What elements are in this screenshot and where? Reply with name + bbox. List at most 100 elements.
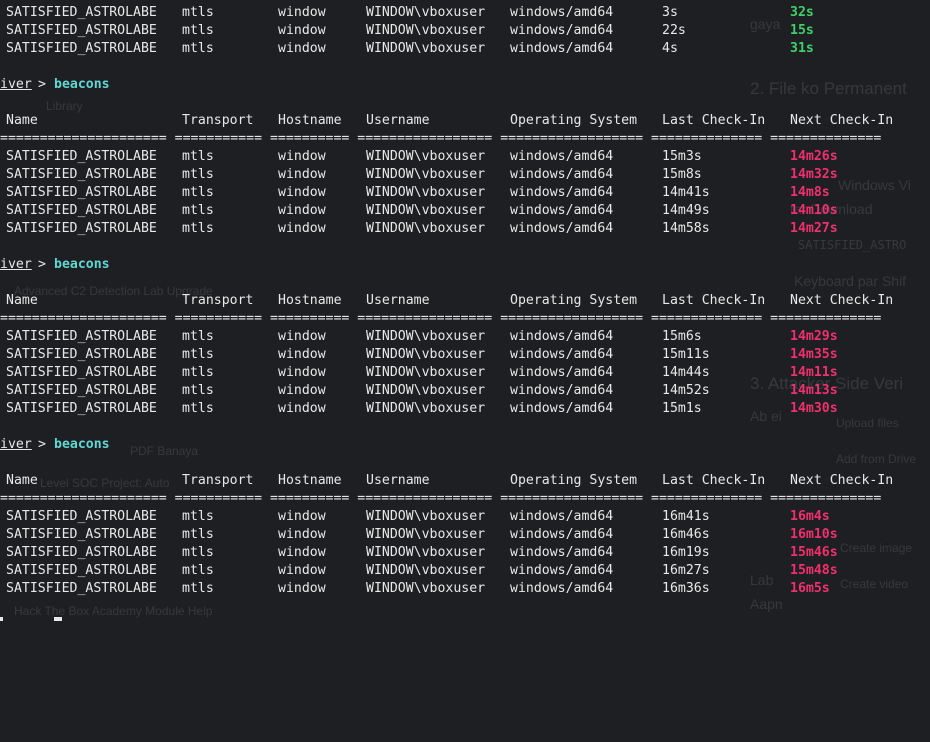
beacon-os: windows/amd64: [510, 203, 614, 218]
beacon-name: SATISFIED_ASTROLABE: [6, 203, 157, 218]
header-last-checkin: Last Check-In: [662, 113, 766, 128]
header-last-checkin: Last Check-In: [662, 473, 766, 488]
beacon-row: SATISFIED_ASTROLABE mtls window WINDOW\v…: [0, 526, 930, 544]
header-os: Operating System: [510, 113, 638, 128]
header-hostname: Hostname: [278, 293, 342, 308]
beacon-hostname: window: [278, 23, 326, 38]
beacon-transport: mtls: [182, 401, 214, 416]
beacon-last-checkin: 15m8s: [662, 167, 702, 182]
beacon-last-checkin: 15m1s: [662, 401, 702, 416]
beacon-username: WINDOW\vboxuser: [366, 401, 486, 416]
beacon-next-checkin: 14m30s: [790, 401, 838, 416]
beacon-transport: mtls: [182, 329, 214, 344]
beacon-hostname: window: [278, 383, 326, 398]
beacon-next-checkin: 14m13s: [790, 383, 838, 398]
beacon-hostname: window: [278, 365, 326, 380]
beacon-os: windows/amd64: [510, 149, 614, 164]
header-last-checkin: Last Check-In: [662, 293, 766, 308]
beacon-row: SATISFIED_ASTROLABE mtls window WINDOW\v…: [0, 184, 930, 202]
beacon-next-checkin: 16m5s: [790, 581, 830, 596]
beacon-transport: mtls: [182, 23, 214, 38]
beacon-os: windows/amd64: [510, 581, 614, 596]
beacon-transport: mtls: [182, 581, 214, 596]
beacon-name: SATISFIED_ASTROLABE: [6, 563, 157, 578]
beacon-os: windows/amd64: [510, 167, 614, 182]
beacon-next-checkin: 16m4s: [790, 509, 830, 524]
beacon-transport: mtls: [182, 5, 214, 20]
beacon-last-checkin: 14m49s: [662, 203, 710, 218]
beacon-username: WINDOW\vboxuser: [366, 149, 486, 164]
beacon-os: windows/amd64: [510, 509, 614, 524]
beacon-os: windows/amd64: [510, 221, 614, 236]
beacon-hostname: window: [278, 563, 326, 578]
beacon-next-checkin: 14m26s: [790, 149, 838, 164]
beacon-last-checkin: 14m44s: [662, 365, 710, 380]
beacon-username: WINDOW\vboxuser: [366, 203, 486, 218]
beacon-name: SATISFIED_ASTROLABE: [6, 329, 157, 344]
prompt-host: iver: [0, 77, 32, 92]
beacon-name: SATISFIED_ASTROLABE: [6, 365, 157, 380]
beacon-row: SATISFIED_ASTROLABE mtls window WINDOW\v…: [0, 364, 930, 382]
header-hostname: Hostname: [278, 113, 342, 128]
beacon-username: WINDOW\vboxuser: [366, 329, 486, 344]
header-os: Operating System: [510, 473, 638, 488]
beacon-next-checkin: 32s: [790, 5, 814, 20]
beacon-last-checkin: 4s: [662, 41, 678, 56]
header-username: Username: [366, 473, 430, 488]
beacon-username: WINDOW\vboxuser: [366, 167, 486, 182]
beacon-next-checkin: 15m48s: [790, 563, 838, 578]
table-header: Name Transport Hostname Username Operati…: [0, 472, 930, 490]
beacon-transport: mtls: [182, 509, 214, 524]
prompt-host: iver: [0, 437, 32, 452]
header-name: Name: [6, 293, 38, 308]
beacon-name: SATISFIED_ASTROLABE: [6, 23, 157, 38]
beacon-name: SATISFIED_ASTROLABE: [6, 221, 157, 236]
beacon-hostname: window: [278, 203, 326, 218]
table-separator: ===================== =========== ======…: [0, 310, 930, 328]
beacon-last-checkin: 16m27s: [662, 563, 710, 578]
beacon-hostname: window: [278, 347, 326, 362]
separator-text: ===================== =========== ======…: [0, 311, 882, 326]
beacon-transport: mtls: [182, 365, 214, 380]
beacon-row: SATISFIED_ASTROLABE mtls window WINDOW\v…: [0, 580, 930, 598]
beacon-hostname: window: [278, 329, 326, 344]
beacon-hostname: window: [278, 581, 326, 596]
beacon-os: windows/amd64: [510, 5, 614, 20]
header-username: Username: [366, 113, 430, 128]
beacon-name: SATISFIED_ASTROLABE: [6, 581, 157, 596]
header-transport: Transport: [182, 113, 254, 128]
terminal-cursor[interactable]: [54, 617, 62, 621]
header-hostname: Hostname: [278, 473, 342, 488]
beacon-name: SATISFIED_ASTROLABE: [6, 149, 157, 164]
beacon-transport: mtls: [182, 347, 214, 362]
beacon-username: WINDOW\vboxuser: [366, 383, 486, 398]
terminal-output[interactable]: SATISFIED_ASTROLABE mtls window WINDOW\v…: [0, 0, 930, 621]
beacon-username: WINDOW\vboxuser: [366, 545, 486, 560]
beacon-transport: mtls: [182, 167, 214, 182]
beacon-next-checkin: 16m10s: [790, 527, 838, 542]
prompt-line: iver > beacons: [0, 76, 930, 94]
beacon-row: SATISFIED_ASTROLABE mtls window WINDOW\v…: [0, 562, 930, 580]
beacon-transport: mtls: [182, 41, 214, 56]
beacon-last-checkin: 14m52s: [662, 383, 710, 398]
beacon-hostname: window: [278, 185, 326, 200]
beacon-last-checkin: 16m19s: [662, 545, 710, 560]
beacon-username: WINDOW\vboxuser: [366, 5, 486, 20]
header-username: Username: [366, 293, 430, 308]
beacon-username: WINDOW\vboxuser: [366, 527, 486, 542]
header-next-checkin: Next Check-In: [790, 293, 894, 308]
beacon-hostname: window: [278, 149, 326, 164]
header-name: Name: [6, 113, 38, 128]
beacon-username: WINDOW\vboxuser: [366, 365, 486, 380]
table-separator: ===================== =========== ======…: [0, 490, 930, 508]
beacon-name: SATISFIED_ASTROLABE: [6, 401, 157, 416]
beacon-name: SATISFIED_ASTROLABE: [6, 509, 157, 524]
beacon-hostname: window: [278, 5, 326, 20]
beacon-row: SATISFIED_ASTROLABE mtls window WINDOW\v…: [0, 382, 930, 400]
beacon-row: SATISFIED_ASTROLABE mtls window WINDOW\v…: [0, 400, 930, 418]
beacon-row: SATISFIED_ASTROLABE mtls window WINDOW\v…: [0, 4, 930, 22]
beacon-transport: mtls: [182, 383, 214, 398]
beacon-name: SATISFIED_ASTROLABE: [6, 5, 157, 20]
beacon-username: WINDOW\vboxuser: [366, 221, 486, 236]
beacon-os: windows/amd64: [510, 401, 614, 416]
